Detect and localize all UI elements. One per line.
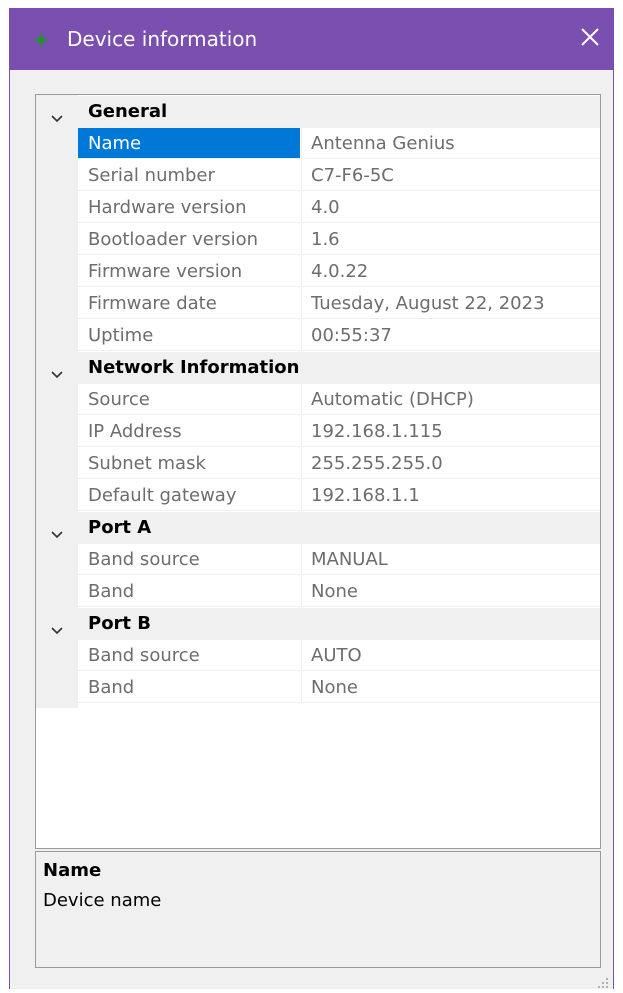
antenna-icon: [34, 32, 48, 47]
property-name[interactable]: Bootloader version: [78, 224, 300, 255]
category-row[interactable]: Network Information: [36, 352, 600, 384]
property-name[interactable]: Hardware version: [78, 192, 300, 223]
property-name[interactable]: Band: [78, 672, 300, 703]
help-title: Name: [43, 860, 102, 881]
property-name[interactable]: Name: [78, 128, 300, 159]
category-row[interactable]: General: [36, 96, 600, 128]
property-value[interactable]: Tuesday, August 22, 2023: [301, 288, 600, 319]
chevron-down-icon[interactable]: [50, 105, 64, 123]
property-row[interactable]: Name Antenna Genius: [36, 128, 600, 160]
chevron-down-icon[interactable]: [50, 521, 64, 539]
category-label: Port B: [88, 613, 152, 634]
property-value[interactable]: Antenna Genius: [301, 128, 600, 159]
category-label: Port A: [88, 517, 152, 538]
property-row[interactable]: Band None: [36, 672, 600, 704]
property-name[interactable]: Uptime: [78, 320, 300, 351]
property-value[interactable]: 192.168.1.115: [301, 416, 600, 447]
property-value[interactable]: 00:55:37: [301, 320, 600, 351]
property-row[interactable]: Uptime 00:55:37: [36, 320, 600, 352]
property-value[interactable]: 4.0: [301, 192, 600, 223]
property-name[interactable]: Serial number: [78, 160, 300, 191]
property-name[interactable]: Subnet mask: [78, 448, 300, 479]
property-row[interactable]: Band source MANUAL: [36, 544, 600, 576]
chevron-down-icon[interactable]: [50, 361, 64, 379]
property-row[interactable]: IP Address 192.168.1.115: [36, 416, 600, 448]
property-value[interactable]: C7-F6-5C: [301, 160, 600, 191]
property-name[interactable]: Band: [78, 576, 300, 607]
property-value[interactable]: Automatic (DHCP): [301, 384, 600, 415]
resize-grip-icon[interactable]: [597, 974, 609, 988]
property-grid[interactable]: General Name Antenna Genius Serial number C7…: [35, 94, 601, 849]
property-row[interactable]: Serial number C7-F6-5C: [36, 160, 600, 192]
category-label: Network Information: [88, 357, 300, 378]
property-row[interactable]: Default gateway 192.168.1.1: [36, 480, 600, 512]
property-value[interactable]: MANUAL: [301, 544, 600, 575]
close-button[interactable]: [567, 8, 613, 70]
property-row[interactable]: Hardware version 4.0: [36, 192, 600, 224]
property-name[interactable]: IP Address: [78, 416, 300, 447]
property-value[interactable]: 255.255.255.0: [301, 448, 600, 479]
category-row[interactable]: Port A: [36, 512, 600, 544]
property-row[interactable]: Firmware version 4.0.22: [36, 256, 600, 288]
close-icon: [581, 28, 599, 50]
category-row[interactable]: Port B: [36, 608, 600, 640]
property-row[interactable]: Subnet mask 255.255.255.0: [36, 448, 600, 480]
property-row[interactable]: Band None: [36, 576, 600, 608]
property-value[interactable]: None: [301, 576, 600, 607]
chevron-down-icon[interactable]: [50, 617, 64, 635]
property-name[interactable]: Default gateway: [78, 480, 300, 511]
property-name[interactable]: Firmware version: [78, 256, 300, 287]
property-value[interactable]: 192.168.1.1: [301, 480, 600, 511]
property-row[interactable]: Firmware date Tuesday, August 22, 2023: [36, 288, 600, 320]
property-row[interactable]: Bootloader version 1.6: [36, 224, 600, 256]
help-description: Device name: [43, 890, 162, 911]
category-label: General: [88, 101, 168, 122]
device-information-window: Device information General Name Antenna Ge…: [9, 8, 614, 989]
property-row[interactable]: Source Automatic (DHCP): [36, 384, 600, 416]
property-value[interactable]: None: [301, 672, 600, 703]
property-name[interactable]: Band source: [78, 640, 300, 671]
property-value[interactable]: 4.0.22: [301, 256, 600, 287]
property-name[interactable]: Band source: [78, 544, 300, 575]
window-title: Device information: [67, 27, 258, 51]
property-row[interactable]: Band source AUTO: [36, 640, 600, 672]
title-bar[interactable]: Device information: [10, 8, 613, 70]
property-value[interactable]: AUTO: [301, 640, 600, 671]
help-panel: Name Device name: [35, 851, 601, 968]
property-name[interactable]: Firmware date: [78, 288, 300, 319]
property-value[interactable]: 1.6: [301, 224, 600, 255]
property-name[interactable]: Source: [78, 384, 300, 415]
